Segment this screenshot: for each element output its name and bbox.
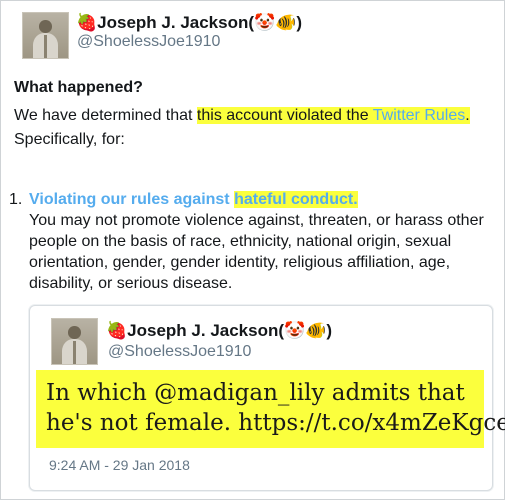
notice-rest: Specifically, for: [14,131,125,148]
quoted-tweet-text-line2[interactable]: he's not female. https://t.co/x4mZeKgceI [46,408,505,438]
quoted-tweet-text-line1: In which @madigan_lily admits that [46,380,465,406]
profile-avatar[interactable] [22,12,69,59]
account-name-suffix: ) [296,13,303,32]
clown-face-icon: 🤡 [254,13,276,32]
strawberry-icon: 🍓 [106,321,128,340]
account-name[interactable]: 🍓 Joseph J. Jackson( 🤡 🐠 ) [76,13,302,33]
quoted-tweet-avatar[interactable] [51,318,98,365]
quoted-tweet-name-text: Joseph J. Jackson( [127,321,285,340]
account-handle[interactable]: @ShoelessJoe1910 [77,33,220,51]
tropical-fish-icon: 🐠 [275,13,297,32]
quoted-tweet-text: In which @madigan_lily admits that he's … [46,378,505,438]
twitter-rules-link[interactable]: Twitter Rules [372,107,466,124]
notice-highlight: this account violated the [196,107,373,124]
tropical-fish-icon: 🐠 [305,321,327,340]
violation-title-highlight[interactable]: hateful conduct. [234,191,358,208]
quoted-tweet-handle[interactable]: @ShoelessJoe1910 [108,343,251,361]
account-name-text: Joseph J. Jackson( [97,13,255,32]
violation-title-link[interactable]: Violating our rules against [29,191,234,208]
strawberry-icon: 🍓 [76,13,98,32]
violation-number: 1. [9,191,23,208]
notice-paragraph: We have determined that this account vio… [14,104,484,152]
tweet-timestamp[interactable]: 9:24 AM - 29 Jan 2018 [49,457,190,473]
quoted-tweet-name-suffix: ) [326,321,333,340]
violation-description: You may not promote violence against, th… [29,212,484,292]
notice-period: . [465,107,470,124]
quoted-tweet-name[interactable]: 🍓 Joseph J. Jackson( 🤡 🐠 ) [106,321,332,341]
section-heading: What happened? [14,79,143,96]
clown-face-icon: 🤡 [284,321,306,340]
notice-lead: We have determined that [14,107,197,124]
violation-title[interactable]: Violating our rules against hateful cond… [29,191,358,209]
